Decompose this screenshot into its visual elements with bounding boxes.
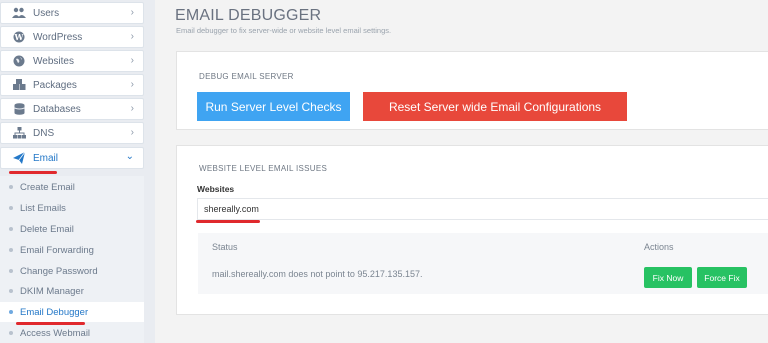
issues-table: Status Actions mail.shereally.com does n… [198,233,768,294]
bullet-dot [9,289,13,293]
run-server-checks-button[interactable]: Run Server Level Checks [197,92,350,121]
submenu-item-list-emails[interactable]: List Emails [0,198,144,218]
submenu-item-label: List Emails [20,202,66,214]
sidebar: Users › W WordPress › Websites › Package… [0,0,155,343]
card-title: DEBUG EMAIL SERVER [199,72,294,81]
email-submenu: Create Email List Emails Delete Email Em… [0,176,144,343]
submenu-item-label: Email Forwarding [20,244,94,256]
force-fix-button[interactable]: Force Fix [697,267,747,288]
sidebar-item-label: Packages [33,79,77,91]
sidebar-item-label: Databases [33,103,81,115]
sidebar-item-databases[interactable]: Databases › [0,98,144,120]
bullet-dot [9,269,13,273]
submenu-item-access-webmail[interactable]: Access Webmail [0,323,144,343]
selected-website-value: shereally.com [204,204,259,214]
websites-label: Websites [197,184,235,194]
bullet-dot [9,331,13,335]
sidebar-item-label: DNS [33,127,55,139]
submenu-item-change-password[interactable]: Change Password [0,261,144,281]
chevron-right-icon: › [130,55,134,66]
submenu-item-label: Delete Email [20,223,74,235]
column-header-actions: Actions [644,242,674,252]
submenu-item-label: DKIM Manager [20,285,84,297]
submenu-item-delete-email[interactable]: Delete Email [0,219,144,239]
chevron-right-icon: › [130,79,134,90]
submenu-item-create-email[interactable]: Create Email [0,177,144,197]
submenu-item-email-debugger[interactable]: Email Debugger [0,302,144,322]
sidebar-item-label: WordPress [33,31,83,43]
sitemap-icon [12,126,26,140]
fix-now-button[interactable]: Fix Now [644,267,692,288]
sidebar-item-wordpress[interactable]: W WordPress › [0,26,144,48]
paper-plane-icon [12,151,26,165]
sidebar-item-label: Users [33,7,60,19]
chevron-right-icon: › [130,103,134,114]
submenu-item-label: Access Webmail [20,327,91,339]
chevron-down-icon: ⌄ [125,151,134,162]
website-issues-card: WEBSITE LEVEL EMAIL ISSUES Websites sher… [176,145,768,315]
submenu-item-label: Create Email [20,181,75,193]
chevron-right-icon: › [130,127,134,138]
sidebar-item-packages[interactable]: Packages › [0,74,144,96]
debug-server-card: DEBUG EMAIL SERVER Run Server Level Chec… [176,51,768,130]
submenu-item-label: Email Debugger [20,306,89,318]
database-icon [12,102,26,116]
page-subtitle: Email debugger to fix server-wide or web… [176,26,392,35]
sidebar-item-email[interactable]: Email ⌄ [0,147,144,169]
bullet-dot [9,185,13,189]
card-title: WEBSITE LEVEL EMAIL ISSUES [199,164,328,173]
reset-email-config-button[interactable]: Reset Server wide Email Configurations [363,92,627,121]
globe-icon [12,54,26,68]
column-header-status: Status [212,242,238,252]
table-header-row: Status Actions [198,233,768,262]
bullet-dot [9,310,13,314]
chevron-right-icon: › [130,31,134,42]
chevron-right-icon: › [130,7,134,18]
sidebar-item-dns[interactable]: DNS › [0,122,144,144]
submenu-item-email-forwarding[interactable]: Email Forwarding [0,240,144,260]
bullet-dot [9,206,13,210]
sidebar-item-websites[interactable]: Websites › [0,50,144,72]
page-title: EMAIL DEBUGGER [175,7,322,24]
annotation-underline [16,322,85,325]
submenu-item-label: Change Password [20,265,98,277]
website-select[interactable]: shereally.com [197,198,768,220]
bullet-dot [9,227,13,231]
annotation-underline [9,171,57,174]
table-row: mail.shereally.com does not point to 95.… [198,261,768,294]
sidebar-item-users[interactable]: Users › [0,2,144,24]
bullet-dot [9,248,13,252]
wordpress-icon: W [12,30,26,44]
users-icon [12,6,26,20]
sidebar-item-label: Websites [33,55,74,67]
submenu-item-dkim-manager[interactable]: DKIM Manager [0,281,144,301]
packages-icon [12,78,26,92]
annotation-underline [196,220,260,223]
status-message: mail.shereally.com does not point to 95.… [212,269,423,279]
sidebar-item-label: Email [33,152,59,164]
svg-text:W: W [14,32,25,42]
